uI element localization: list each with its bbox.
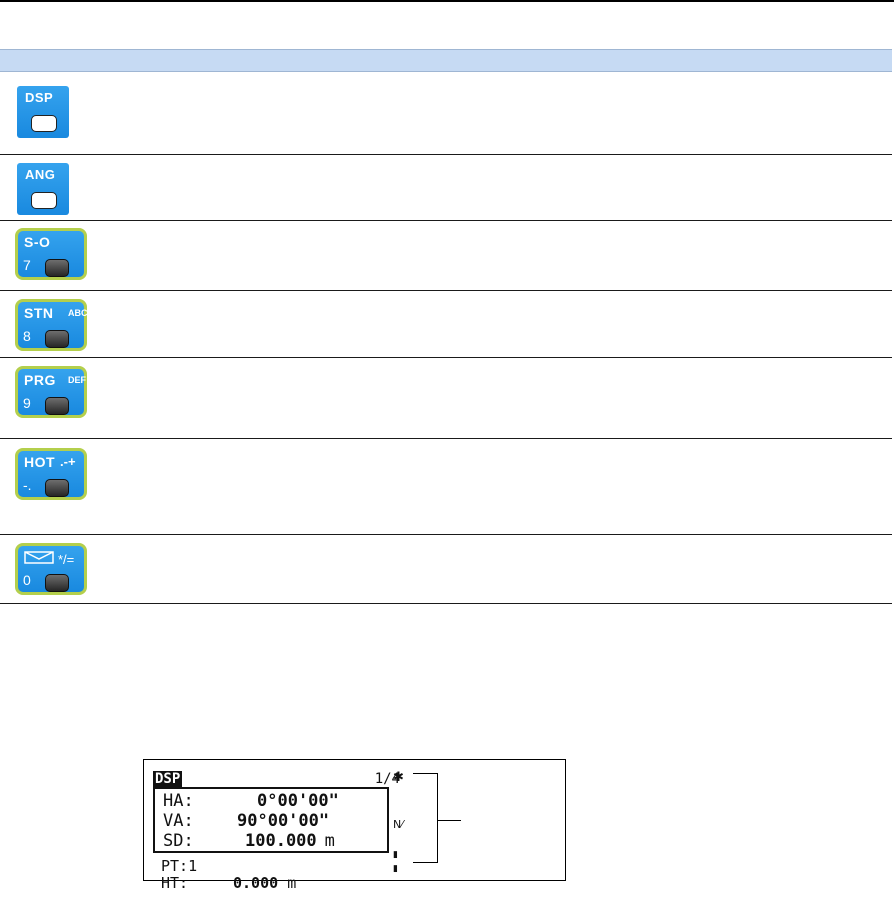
va-label: VA:	[163, 811, 194, 831]
key-button-shape	[45, 259, 69, 277]
star-icon: ✱	[393, 770, 404, 785]
key-number: 7	[23, 257, 31, 273]
ha-value: 0°00'00"	[257, 791, 339, 811]
sd-value: 100.000	[245, 831, 317, 851]
key-label: HOT	[24, 454, 56, 470]
key-number: 0	[23, 572, 31, 588]
va-value: 90°00'00"	[237, 811, 330, 831]
key-label: ANG	[25, 167, 56, 182]
key-number: 9	[23, 395, 31, 411]
va-line: VA: 90°00'00"	[163, 811, 329, 831]
hot-key-icon[interactable]: HOT .-+ -.	[15, 448, 87, 500]
top-rule	[0, 0, 894, 2]
key-number: -.	[23, 477, 32, 493]
key-label: S-O	[24, 234, 51, 250]
program-key-icon[interactable]: PRG DEF 9	[15, 366, 87, 418]
envelope-icon	[24, 551, 54, 564]
table-row-ang: ANG	[0, 155, 892, 221]
prism-icon: N⁄	[393, 818, 404, 831]
table-row-hot: HOT .-+ -.	[0, 439, 892, 535]
stakeout-key-icon[interactable]: S-O 7	[15, 228, 87, 280]
key-sub-label: .-+	[60, 454, 76, 469]
station-key-icon[interactable]: STN ABC 8	[15, 299, 88, 351]
table-header	[0, 49, 892, 72]
dsp-key-icon[interactable]: DSP	[17, 86, 69, 138]
instrument-screen: DSP 1/4 HA: 0°00'00" VA: 90°00'00" SD: 100.…	[143, 759, 566, 892]
key-button-shape	[45, 479, 69, 497]
lcd-display: DSP 1/4 HA: 0°00'00" VA: 90°00'00" SD: 100.…	[152, 770, 404, 892]
envelope-level-key-icon[interactable]: */= 0	[15, 543, 87, 595]
sd-unit: m	[324, 831, 335, 851]
key-table: DSP ANG S-O 7 STN ABC 8 PRG DEF 9 HOT .-…	[0, 49, 892, 604]
key-label: PRG	[24, 372, 56, 388]
key-button-shape	[45, 397, 69, 415]
target-height: HT: 0.000 m	[161, 874, 296, 892]
table-row-program: PRG DEF 9	[0, 358, 892, 439]
key-label: DSP	[25, 90, 54, 105]
table-row-level: */= 0	[0, 535, 892, 604]
point-number: PT:1	[161, 857, 198, 875]
ang-key-icon[interactable]: ANG	[17, 163, 69, 215]
screen-callout-leader	[437, 820, 461, 821]
key-sub-label: */=	[58, 552, 75, 567]
ha-label: HA:	[163, 791, 194, 811]
key-sub-label: DEF	[68, 375, 86, 385]
ht-unit: m	[287, 874, 297, 892]
table-row-dsp: DSP	[0, 72, 892, 155]
key-button-shape	[31, 192, 57, 209]
mode-indicator: DSP	[153, 771, 183, 788]
key-button-shape	[31, 115, 57, 132]
ht-value: 0.000	[233, 874, 279, 892]
screen-callout-bracket	[413, 773, 438, 863]
key-label: STN	[24, 305, 54, 321]
key-number: 8	[23, 328, 31, 344]
key-button-shape	[45, 330, 69, 348]
sd-label: SD:	[163, 831, 194, 851]
table-row-stakeout: S-O 7	[0, 221, 892, 291]
key-sub-label: ABC	[68, 308, 88, 318]
table-row-station: STN ABC 8	[0, 291, 892, 358]
measurement-box: HA: 0°00'00" VA: 90°00'00" SD: 100.000 m	[153, 787, 389, 853]
sd-line: SD: 100.000 m	[163, 831, 335, 851]
battery-icon: ▮	[393, 850, 398, 860]
ha-line: HA: 0°00'00"	[163, 791, 339, 811]
ht-label: HT:	[161, 874, 189, 892]
lock-icon: ▮	[393, 864, 398, 874]
key-button-shape	[45, 574, 69, 592]
lcd-header: DSP 1/4	[153, 771, 400, 788]
